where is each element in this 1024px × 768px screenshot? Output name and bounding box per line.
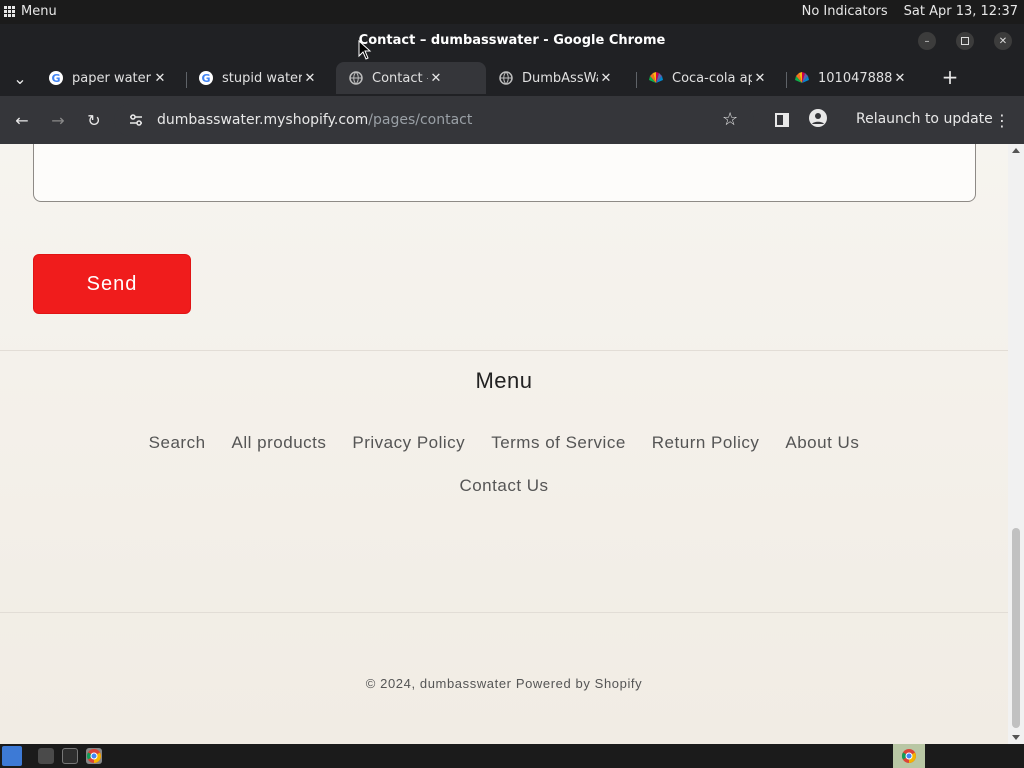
footer-menu-title: Menu [475, 368, 533, 393]
system-menu-label: Menu [21, 4, 57, 19]
tab-coca-cola[interactable]: Coca-cola apologizes ✕ [636, 64, 786, 92]
copyright-text: © 2024, dumbasswater Powered by Shopify [365, 676, 643, 691]
clock[interactable]: Sat Apr 13, 12:37 [904, 4, 1018, 19]
window-title-bar[interactable]: Contact – dumbasswater - Google Chrome –… [0, 24, 1024, 58]
footer-link-search[interactable]: Search [149, 433, 206, 453]
footer-link-about-us[interactable]: About Us [785, 433, 859, 453]
footer-divider [0, 350, 1008, 351]
globe-icon [348, 70, 364, 86]
browser-toolbar: ← → ↻ dumbasswater.myshopify.com/pages/c… [0, 96, 1024, 144]
tab-search-button[interactable]: ⌄ [8, 66, 32, 90]
google-icon: G [198, 70, 214, 86]
kebab-menu-icon: ⋮ [994, 110, 1010, 130]
tab-dumbasswater[interactable]: DumbAssWater ✕ [486, 64, 636, 92]
arrow-left-icon: ← [15, 110, 29, 130]
system-top-bar: Menu No Indicators Sat Apr 13, 12:37 [0, 0, 1024, 24]
scroll-down-arrow-icon[interactable] [1012, 735, 1020, 740]
chevron-down-icon: ⌄ [13, 68, 27, 88]
nbc-icon [648, 70, 664, 86]
side-panel-button[interactable] [770, 108, 794, 132]
os-taskbar [0, 744, 1024, 768]
tab-close-icon[interactable]: ✕ [428, 71, 444, 86]
side-panel-icon [775, 113, 789, 127]
scrollbar-thumb[interactable] [1012, 528, 1020, 728]
tab-close-icon[interactable]: ✕ [892, 71, 908, 86]
tab-101047888[interactable]: 101047888-U ✕ [782, 64, 932, 92]
tab-title: Coca-cola apologizes [672, 70, 752, 86]
window-title: Contact – dumbasswater - Google Chrome [358, 33, 666, 48]
tab-paper-water[interactable]: G paper water ✕ [36, 64, 186, 92]
back-button[interactable]: ← [10, 108, 34, 132]
profile-button[interactable] [806, 108, 830, 132]
terminal-icon[interactable] [62, 748, 78, 764]
footer-link-contact-us[interactable]: Contact Us [459, 476, 548, 496]
scroll-up-arrow-icon[interactable] [1012, 148, 1020, 153]
chrome-menu-button[interactable]: ⋮ [990, 108, 1014, 132]
maximize-button[interactable] [956, 32, 974, 50]
reload-button[interactable]: ↻ [82, 108, 106, 132]
mouse-cursor-icon [358, 39, 372, 64]
arrow-right-icon: → [51, 110, 65, 130]
tab-title: stupid water [222, 70, 302, 86]
footer-link-all-products[interactable]: All products [232, 433, 327, 453]
page-scrollbar[interactable] [1008, 144, 1024, 744]
svg-text:G: G [201, 72, 210, 85]
message-textarea[interactable] [33, 144, 976, 202]
google-icon: G [48, 70, 64, 86]
tab-close-icon[interactable]: ✕ [752, 71, 768, 86]
footer-link-return-policy[interactable]: Return Policy [652, 433, 760, 453]
footer-links-row-2: Contact Us [0, 476, 1008, 496]
tab-close-icon[interactable]: ✕ [152, 71, 168, 86]
url-text: dumbasswater.myshopify.com/pages/contact [157, 112, 472, 128]
restore-icon [961, 37, 969, 45]
person-icon [809, 109, 827, 131]
url-host: dumbasswater.myshopify.com [157, 112, 369, 128]
footer-link-terms-of-service[interactable]: Terms of Service [491, 433, 626, 453]
copyright-divider [0, 612, 1008, 613]
svg-text:G: G [51, 72, 60, 85]
tab-title: Contact – dumbasswater [372, 70, 428, 86]
indicators-label[interactable]: No Indicators [802, 4, 888, 19]
tab-title: paper water [72, 70, 151, 86]
tab-close-icon[interactable]: ✕ [302, 71, 318, 86]
minimize-button[interactable]: – [918, 32, 936, 50]
chrome-window-task[interactable] [893, 744, 925, 768]
forward-button[interactable]: → [46, 108, 70, 132]
address-bar[interactable]: dumbasswater.myshopify.com/pages/contact… [114, 104, 754, 136]
plus-icon: + [941, 65, 959, 89]
send-button[interactable]: Send [33, 254, 191, 314]
show-desktop-icon[interactable] [2, 746, 22, 766]
tab-title: DumbAssWater [522, 70, 598, 86]
system-menu-button[interactable]: Menu [4, 4, 57, 19]
nbc-icon [794, 70, 810, 86]
relaunch-to-update-button[interactable]: Relaunch to update [856, 111, 993, 127]
chrome-launcher-icon[interactable] [86, 748, 102, 764]
site-settings-icon[interactable] [128, 112, 144, 132]
tab-title: 101047888-U [818, 70, 892, 86]
close-icon: ✕ [998, 35, 1008, 47]
new-tab-button[interactable]: + [938, 65, 962, 89]
bookmark-star-icon[interactable]: ☆ [722, 109, 738, 130]
tab-close-icon[interactable]: ✕ [598, 71, 614, 86]
minimize-icon: – [924, 35, 930, 47]
footer-links-row: Search All products Privacy Policy Terms… [0, 433, 1008, 453]
close-window-button[interactable]: ✕ [994, 32, 1012, 50]
url-path: /pages/contact [368, 112, 473, 128]
reload-icon: ↻ [87, 110, 101, 130]
apps-grid-icon [4, 6, 15, 17]
file-manager-icon[interactable] [38, 748, 54, 764]
globe-icon [498, 70, 514, 86]
page-viewport: Send Menu Search All products Privacy Po… [0, 144, 1024, 744]
footer-link-privacy-policy[interactable]: Privacy Policy [352, 433, 465, 453]
tab-strip: ⌄ G paper water ✕ G stupid water ✕ Conta… [0, 58, 1024, 96]
tab-contact-dumbasswater[interactable]: Contact – dumbasswater ✕ [336, 62, 486, 94]
tab-stupid-water[interactable]: G stupid water ✕ [186, 64, 336, 92]
